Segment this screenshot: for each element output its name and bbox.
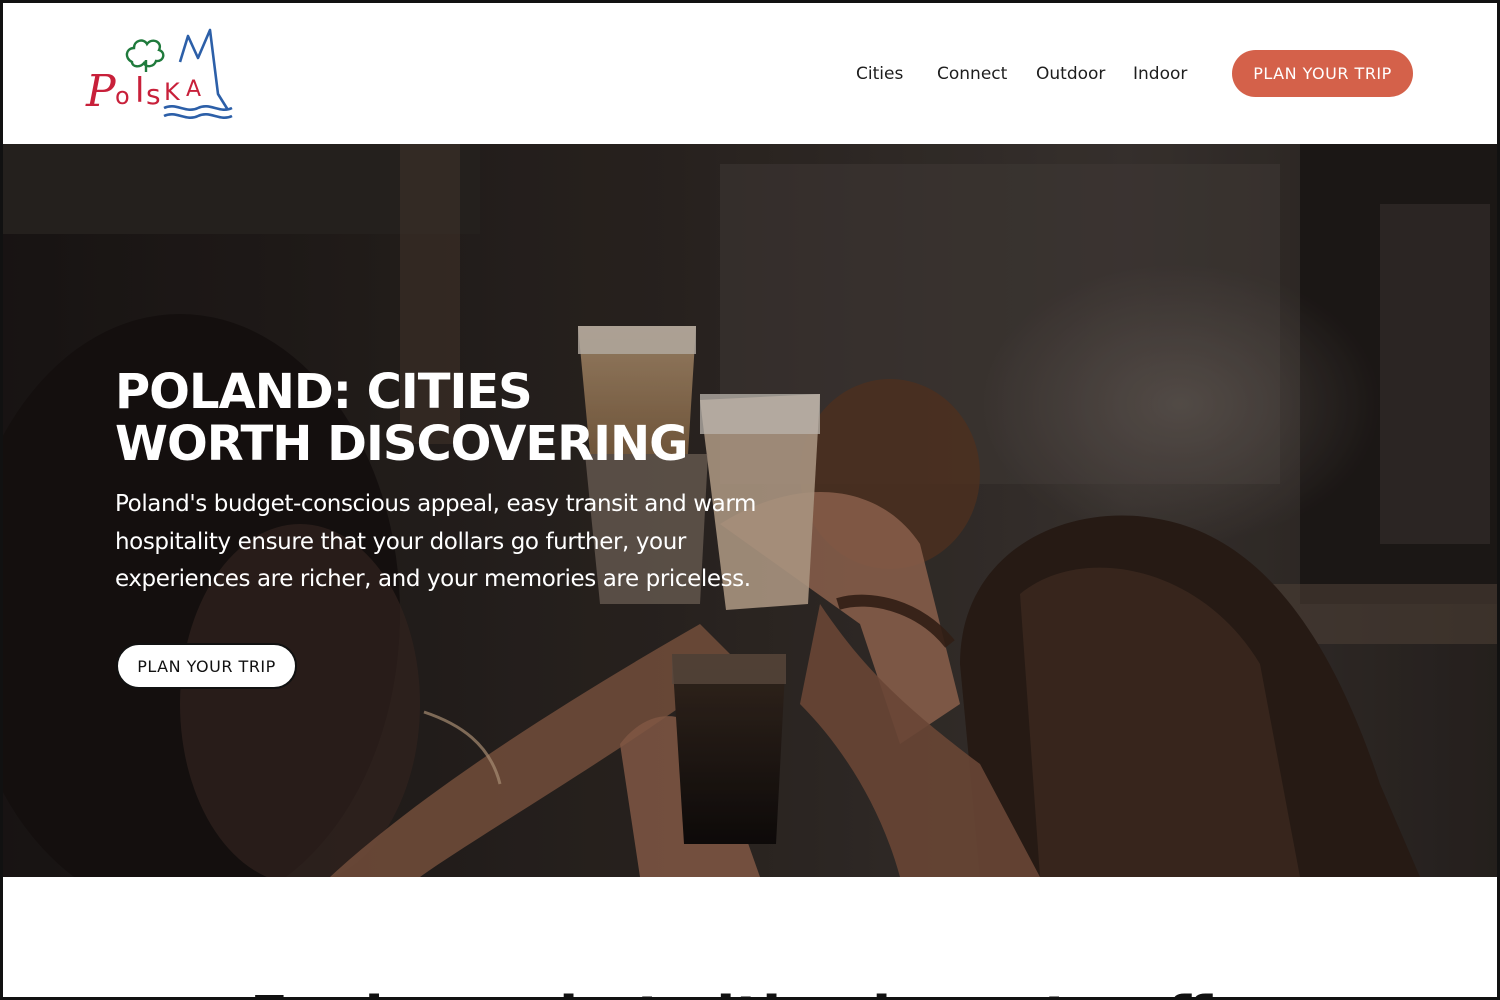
nav-link-cities[interactable]: Cities bbox=[856, 64, 903, 84]
hero-description: Poland's budget-conscious appeal, easy t… bbox=[115, 491, 756, 592]
nav-link-outdoor[interactable]: Outdoor bbox=[1036, 64, 1105, 84]
hero-title-line-1: POLAND: CITIES bbox=[115, 364, 533, 420]
nav-link-connect[interactable]: Connect bbox=[937, 64, 1007, 84]
site-header: P o l s K A Cities Connect Outdoor Indoo… bbox=[0, 0, 1500, 144]
hero-section: POLAND: CITIES WORTH DISCOVERING Poland'… bbox=[0, 144, 1500, 877]
explore-section: Explore what cities have to offer bbox=[0, 877, 1500, 1000]
plan-your-trip-hero-button[interactable]: PLAN YOUR TRIP bbox=[116, 643, 297, 689]
plan-your-trip-header-button[interactable]: PLAN YOUR TRIP bbox=[1232, 50, 1413, 97]
nav-link-indoor[interactable]: Indoor bbox=[1133, 64, 1187, 84]
main-nav: Cities Connect Outdoor Indoor PLAN YOUR … bbox=[0, 0, 1500, 144]
hero-title: POLAND: CITIES WORTH DISCOVERING bbox=[115, 366, 815, 470]
section-heading: Explore what cities have to offer bbox=[250, 985, 1278, 1000]
hero-title-line-2: WORTH DISCOVERING bbox=[115, 416, 689, 472]
